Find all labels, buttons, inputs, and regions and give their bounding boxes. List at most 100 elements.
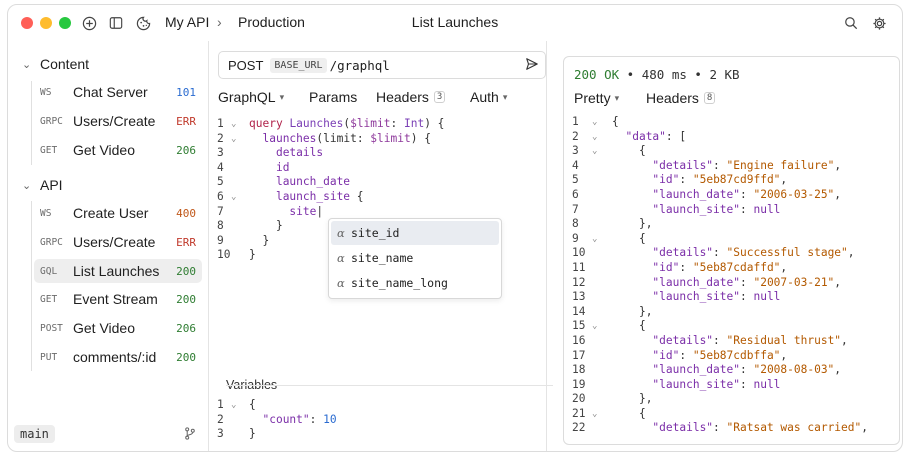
line-number: 3 — [217, 146, 224, 160]
line-number: 12 — [572, 275, 586, 289]
suggestion-label: site_name_long — [351, 276, 448, 290]
json-value: "2008-08-03" — [753, 363, 835, 377]
sidebar-item-get-video[interactable]: GET Get Video 206 — [34, 138, 202, 162]
line-number: 20 — [572, 392, 586, 406]
autocomplete-item[interactable]: α site_name — [331, 246, 499, 270]
line-number: 3 — [217, 427, 224, 441]
chevron-down-icon[interactable]: ⌄ — [592, 232, 597, 247]
chevron-down-icon[interactable]: ⌄ — [592, 115, 597, 130]
field: id — [275, 160, 290, 174]
git-branch-badge[interactable]: main — [14, 425, 55, 443]
sidebar-item-users-create[interactable]: GRPC Users/Create ERR — [34, 109, 202, 133]
line-number: 4 — [572, 158, 579, 172]
method-badge: GRPC — [40, 236, 63, 248]
line-number: 7 — [217, 204, 224, 218]
code-line: 1 ⌄ query Launches($limit: Int) { — [217, 117, 445, 132]
sidebar-item-users-create[interactable]: GRPC Users/Create ERR — [34, 230, 202, 254]
tab-graphql[interactable]: GraphQL ▾ — [218, 89, 284, 105]
variables-divider[interactable] — [226, 385, 553, 386]
sidebar-toggle-icon[interactable] — [107, 14, 125, 32]
response-body[interactable]: 1 ⌄{2 ⌄ "data": [3 ⌄ {4 "details": "Engine … — [572, 115, 897, 436]
line-number: 1 — [217, 117, 224, 130]
sidebar-item-label: Users/Create — [73, 234, 156, 250]
workspace-selector[interactable]: My API — [165, 14, 209, 30]
chevron-down-icon[interactable]: ⌄ — [592, 144, 597, 159]
base-url-variable[interactable]: BASE_URL — [270, 57, 327, 73]
chevron-down-icon[interactable]: ⌄ — [231, 117, 236, 132]
line-number: 2 — [217, 131, 224, 145]
line-number: 16 — [572, 333, 586, 347]
sidebar-item-chat-server[interactable]: WS Chat Server 101 — [34, 80, 202, 104]
add-icon[interactable] — [80, 14, 98, 32]
method-badge: GET — [40, 293, 58, 305]
chevron-down-icon[interactable]: ⌄ — [592, 407, 597, 422]
operation-name: Launches — [289, 117, 344, 130]
json-key: "launch_date" — [652, 187, 740, 201]
tab-response-headers[interactable]: Headers 8 — [646, 90, 716, 106]
sidebar-item-create-user[interactable]: WS Create User 400 — [34, 201, 202, 225]
status-badge: 200 OK — [574, 67, 620, 82]
field: site — [289, 204, 317, 218]
sidebar-item-label: Users/Create — [73, 113, 156, 129]
line-number: 4 — [217, 160, 224, 174]
code-line: 22 "details": "Ratsat was carried", — [572, 421, 868, 435]
code-line: 13 "launch_site": null — [572, 290, 781, 304]
pane-divider[interactable] — [546, 41, 547, 451]
gear-icon[interactable] — [870, 14, 888, 32]
code-line: 3} — [217, 427, 256, 441]
variables-editor[interactable]: 1 ⌄{ 2 "count": 10 3} — [217, 398, 537, 442]
json-key: "count" — [262, 412, 310, 426]
sidebar-item-event-stream[interactable]: GET Event Stream 200 — [34, 287, 202, 311]
field-type-icon: α — [337, 276, 345, 290]
sidebar-item-get-video[interactable]: POST Get Video 206 — [34, 316, 202, 340]
autocomplete-item[interactable]: α site_id — [331, 221, 499, 245]
sidebar-section-content[interactable]: ⌄ Content — [8, 53, 89, 75]
json-value: "5eb87cd9ffd" — [692, 173, 781, 187]
chevron-down-icon[interactable]: ⌄ — [592, 130, 597, 145]
json-value: 10 — [323, 412, 337, 426]
code-line: 5 "id": "5eb87cd9ffd", — [572, 173, 788, 187]
keyword: query — [249, 117, 283, 130]
url-bar[interactable]: POST BASE_URL /graphql — [218, 51, 546, 79]
status-code: ERR — [176, 114, 196, 128]
minimize-window-button[interactable] — [40, 17, 52, 29]
method-badge: WS — [40, 86, 52, 98]
tab-params[interactable]: Params — [309, 89, 357, 105]
url-path[interactable]: /graphql — [330, 58, 390, 73]
http-method-selector[interactable]: POST — [219, 58, 263, 73]
chevron-down-icon[interactable]: ⌄ — [592, 319, 597, 334]
json-value: "2006-03-25" — [753, 187, 835, 201]
close-window-button[interactable] — [21, 17, 33, 29]
code-line: 1 ⌄{ — [572, 115, 619, 130]
titlebar: My API › Production List Launches — [8, 5, 902, 41]
sidebar-item-list-launches[interactable]: GQL List Launches 200 — [34, 259, 202, 283]
section-label: API — [40, 177, 63, 193]
code-line: 2 ⌄ launches(limit: $limit) { — [217, 131, 431, 147]
send-icon[interactable] — [525, 57, 539, 76]
maximize-window-button[interactable] — [59, 17, 71, 29]
sidebar-section-api[interactable]: ⌄ API — [8, 174, 63, 196]
sidebar-divider[interactable] — [208, 41, 209, 451]
chevron-down-icon[interactable]: ⌄ — [231, 132, 236, 147]
field: launches — [262, 131, 317, 145]
json-key: "details" — [652, 421, 714, 435]
autocomplete-item[interactable]: α site_name_long — [331, 271, 499, 295]
chevron-down-icon[interactable]: ⌄ — [231, 190, 236, 205]
status-code: 200 — [176, 292, 196, 306]
code-line: 6 "launch_date": "2006-03-25", — [572, 187, 842, 201]
json-key: "launch_date" — [652, 363, 740, 377]
search-icon[interactable] — [842, 14, 860, 32]
tab-auth[interactable]: Auth ▾ — [470, 89, 507, 105]
tab-pretty[interactable]: Pretty ▾ — [574, 90, 619, 106]
tab-headers[interactable]: Headers 3 — [376, 89, 446, 105]
json-key: "launch_site" — [652, 290, 740, 304]
line-number: 8 — [572, 217, 579, 231]
environment-selector[interactable]: Production — [238, 14, 305, 30]
chevron-down-icon: ▾ — [279, 91, 285, 102]
sidebar-item-comments[interactable]: PUT comments/:id 200 — [34, 345, 202, 369]
code-line: 2 "count": 10 — [217, 412, 337, 426]
chevron-down-icon[interactable]: ⌄ — [231, 398, 236, 413]
git-branch-icon[interactable] — [184, 427, 196, 445]
cookie-icon[interactable] — [134, 14, 152, 32]
status-code: ERR — [176, 235, 196, 249]
